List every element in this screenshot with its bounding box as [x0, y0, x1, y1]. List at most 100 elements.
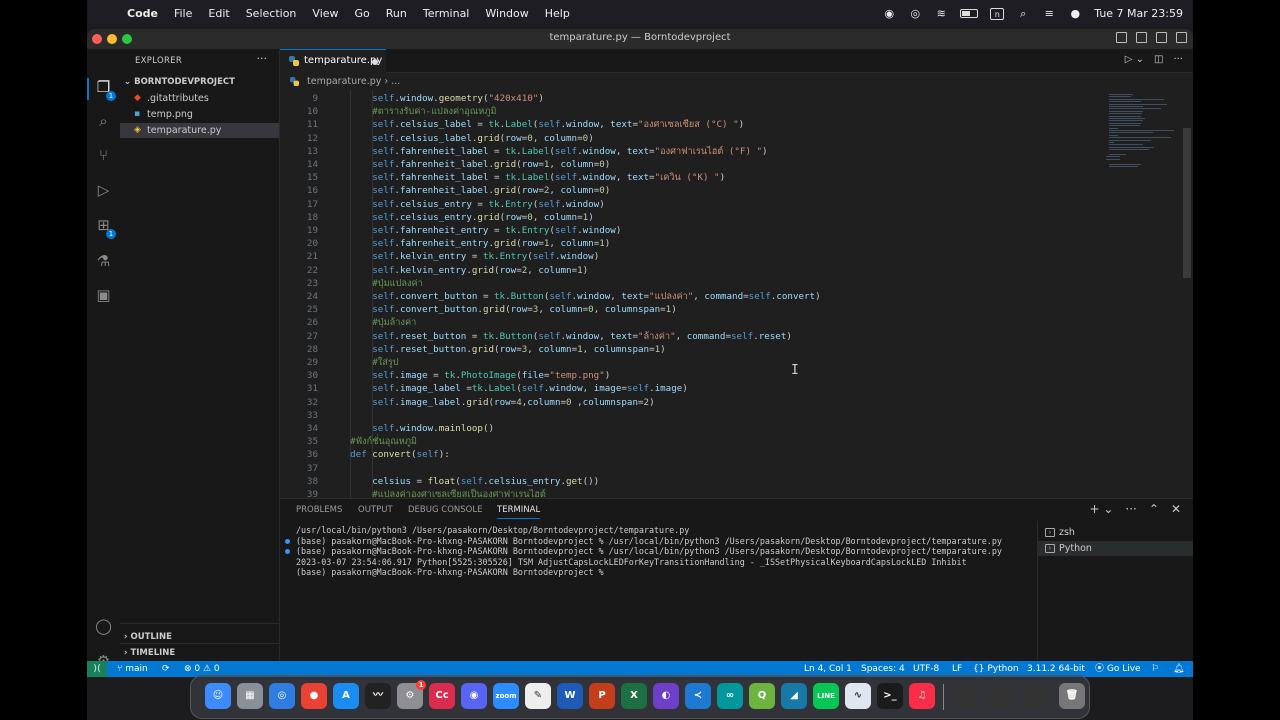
notifications-bell-icon[interactable]: 🔔︎	[1173, 661, 1184, 677]
creative-cloud-icon[interactable]: Cc	[429, 683, 455, 709]
maximize-panel-icon[interactable]: ⌃	[1149, 502, 1159, 516]
battery-icon[interactable]	[960, 9, 979, 18]
menubar-clock[interactable]: Tue 7 Mar 23:59	[1094, 7, 1183, 20]
explorer-more-actions-icon[interactable]: ···	[257, 52, 268, 65]
code-line[interactable]: 11 self.celsius_label = tk.Label(self.wi…	[280, 118, 1100, 131]
code-line[interactable]: 25 self.convert_button.grid(row=3, colum…	[280, 303, 1100, 316]
toggle-sidebar-icon[interactable]	[1116, 32, 1127, 43]
panel-more-icon[interactable]: ···	[1125, 502, 1136, 516]
code-line[interactable]: 24 self.convert_button = tk.Button(self.…	[280, 290, 1100, 303]
file-temparature-py[interactable]: ◈ temparature.py	[120, 123, 279, 138]
menu-selection[interactable]: Selection	[238, 7, 305, 20]
menu-window[interactable]: Window	[477, 7, 536, 20]
window-thumb-icon[interactable]	[951, 683, 977, 709]
tab-problems[interactable]: PROBLEMS	[296, 505, 342, 515]
code-line[interactable]: 21 self.kelvin_entry = tk.Entry(self.win…	[280, 250, 1100, 263]
toggle-secondary-sidebar-icon[interactable]	[1156, 32, 1167, 43]
code-line[interactable]: 14 self.fahrenheit_label.grid(row=1, col…	[280, 158, 1100, 171]
word-icon[interactable]: W	[557, 683, 583, 709]
app-store-icon[interactable]: A	[333, 683, 359, 709]
code-line[interactable]: 19 self.fahrenheit_entry = tk.Entry(self…	[280, 224, 1100, 237]
discord-icon[interactable]: ◉	[461, 683, 487, 709]
file-gitattributes[interactable]: ◆ .gitattributes	[120, 91, 279, 106]
new-terminal-icon[interactable]: + ⌄	[1089, 502, 1113, 516]
menu-edit[interactable]: Edit	[200, 7, 237, 20]
tab-terminal[interactable]: TERMINAL	[497, 505, 541, 519]
source-control-icon[interactable]: ⑂	[94, 146, 113, 165]
code-line[interactable]: 29 #ใส่รูป	[280, 356, 1100, 369]
vscode-icon[interactable]: ≺	[685, 683, 711, 709]
code-line[interactable]: 16 self.fahrenheit_label.grid(row=2, col…	[280, 184, 1100, 197]
remote-icon[interactable]: ⟩⟨	[87, 661, 107, 677]
activity-monitor-icon[interactable]: 〰	[365, 683, 391, 709]
code-line[interactable]: 35 #ฟังก์ชั่นอุณหภูมิ	[280, 435, 1100, 448]
code-line[interactable]: 36 def convert(self):	[280, 448, 1100, 461]
menu-go[interactable]: Go	[347, 7, 378, 20]
window-thumb-3-icon[interactable]	[1023, 683, 1049, 709]
menu-file[interactable]: File	[166, 7, 200, 20]
input-source-icon[interactable]: n	[990, 7, 1005, 20]
breadcrumb-file[interactable]: temparature.py	[307, 76, 381, 87]
siri-icon[interactable]: ●	[1068, 7, 1082, 20]
grapher-icon[interactable]: ∿	[845, 683, 871, 709]
tab-debug-console[interactable]: DEBUG CONSOLE	[408, 505, 482, 515]
safari-icon[interactable]: ◎	[269, 683, 295, 709]
code-line[interactable]: 12 self.celsius_label.grid(row=0, column…	[280, 132, 1100, 145]
code-line[interactable]: 28 self.reset_button.grid(row=3, column=…	[280, 343, 1100, 356]
terminal-icon[interactable]: >_	[877, 683, 903, 709]
menu-view[interactable]: View	[304, 7, 346, 20]
line-icon[interactable]: LINE	[813, 683, 839, 709]
creative-cloud-icon[interactable]: ◎	[908, 7, 922, 20]
powerpoint-icon[interactable]: P	[589, 683, 615, 709]
unsaved-dot-icon[interactable]	[372, 59, 378, 65]
excel-icon[interactable]: X	[621, 683, 647, 709]
close-panel-icon[interactable]: ✕	[1171, 502, 1181, 516]
menu-app-name[interactable]: Code	[119, 7, 166, 20]
code-line[interactable]: 23 #ปุ่มแปลงค่า	[280, 277, 1100, 290]
chrome-icon[interactable]: ●	[301, 683, 327, 709]
file-temp-png[interactable]: ▪ temp.png	[120, 107, 279, 122]
code-line[interactable]: 32 self.image_label.grid(row=4,column=0 …	[280, 396, 1100, 409]
code-line[interactable]: 20 self.fahrenheit_entry.grid(row=1, col…	[280, 237, 1100, 250]
code-line[interactable]: 9 self.window.geometry("420x410")	[280, 92, 1100, 105]
run-python-icon[interactable]: ▷ ⌄	[1125, 54, 1144, 65]
breadcrumb-symbol[interactable]: ...	[391, 76, 400, 87]
code-line[interactable]: 26 #ปุ่มล้างค่า	[280, 316, 1100, 329]
code-line[interactable]: 13 self.fahrenheit_label = tk.Label(self…	[280, 145, 1100, 158]
search-icon[interactable]: ⌕	[94, 112, 113, 131]
menu-terminal[interactable]: Terminal	[415, 7, 478, 20]
textedit-icon[interactable]: ✎	[525, 683, 551, 709]
accounts-icon[interactable]: ◯	[94, 617, 113, 636]
terminal-item-python[interactable]: › Python	[1038, 541, 1193, 556]
run-debug-icon[interactable]: ▷	[94, 181, 113, 200]
split-editor-icon[interactable]: ◫	[1154, 54, 1163, 65]
editor-scrollbar[interactable]	[1183, 128, 1191, 278]
sync-icon[interactable]: ⟳	[162, 661, 170, 677]
window-thumb-2-icon[interactable]	[987, 683, 1013, 709]
branch-status[interactable]: ⑂ main	[117, 661, 148, 677]
customize-layout-icon[interactable]	[1176, 32, 1187, 43]
feedback-icon[interactable]: ⚐	[1151, 661, 1159, 677]
menu-help[interactable]: Help	[537, 7, 578, 20]
spotlight-icon[interactable]: ⌕	[1016, 7, 1030, 20]
code-line[interactable]: 38 celsius = float(self.celsius_entry.ge…	[280, 475, 1100, 488]
tab-temparature-py[interactable]: temparature.py	[280, 49, 386, 73]
wireshark-icon[interactable]: ◢	[781, 683, 807, 709]
minimap[interactable]	[1095, 90, 1180, 180]
code-line[interactable]: 33	[280, 409, 1100, 422]
code-line[interactable]: 22 self.kelvin_entry.grid(row=2, column=…	[280, 264, 1100, 277]
outline-section[interactable]: › OUTLINE	[124, 632, 172, 642]
code-line[interactable]: 17 self.celsius_entry = tk.Entry(self.wi…	[280, 198, 1100, 211]
project-folder[interactable]: ⌄ BORNTODEVPROJECT	[124, 77, 235, 87]
qgis-icon[interactable]: Q	[749, 683, 775, 709]
editor-more-icon[interactable]: ···	[1173, 54, 1183, 65]
code-line[interactable]: 39 #แปลงค่าองศาเซลเซียสเป็นองศาฟาเรนไฮต์	[280, 488, 1100, 498]
code-line[interactable]: 10 #ตารางรับค่า-แปลงค่าอุณหภูมิ	[280, 105, 1100, 118]
menu-run[interactable]: Run	[378, 7, 415, 20]
control-center-icon[interactable]: ≡	[1042, 7, 1056, 20]
command-success-dot-icon[interactable]	[285, 538, 290, 544]
code-line[interactable]: 30 self.image = tk.PhotoImage(file="temp…	[280, 369, 1100, 382]
trash-icon[interactable]: 🗑	[1059, 683, 1085, 709]
go-live-status[interactable]: ⦿ Go Live	[1095, 661, 1141, 677]
code-line[interactable]: 37	[280, 462, 1100, 475]
